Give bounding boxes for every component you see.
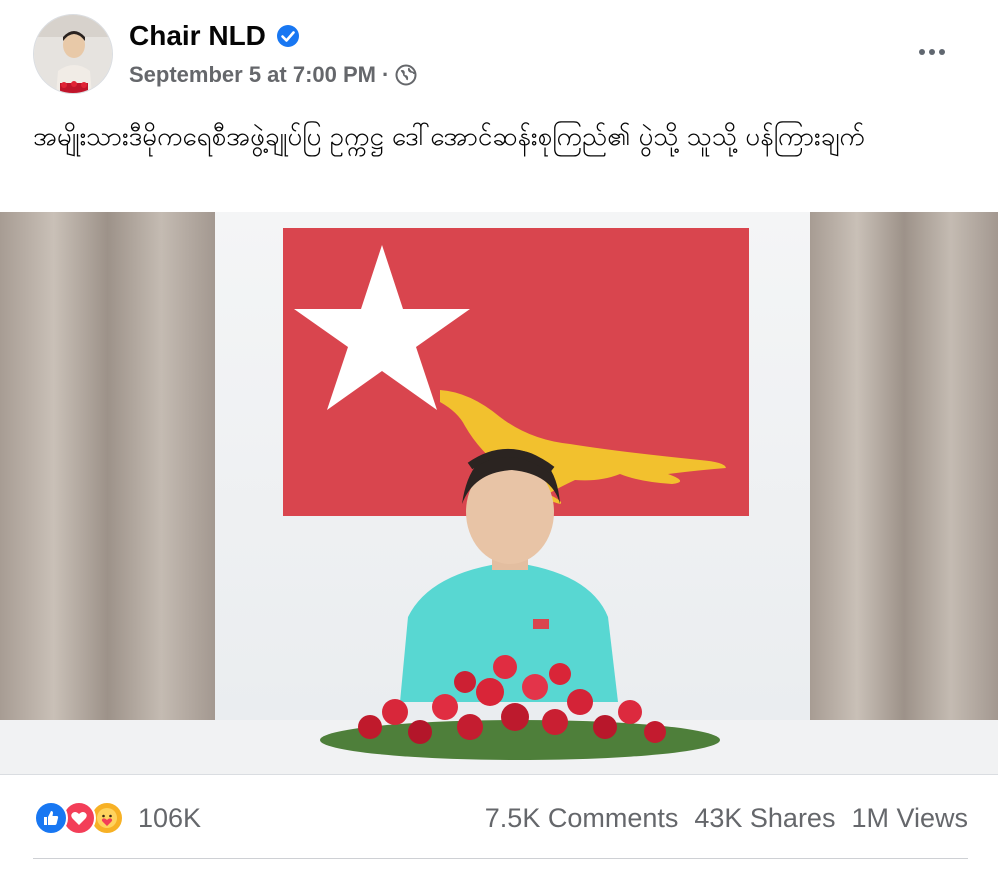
page-name-row: Chair NLD: [129, 18, 300, 54]
more-options-icon: [919, 49, 925, 55]
reactions-summary[interactable]: 106K: [34, 796, 201, 840]
page-name-link[interactable]: Chair NLD: [129, 20, 266, 52]
comments-count-link[interactable]: 7.5K Comments: [485, 803, 679, 834]
shares-count-link[interactable]: 43K Shares: [694, 803, 835, 834]
engagement-stats: 7.5K Comments 43K Shares 1M Views: [469, 800, 968, 836]
post-timestamp[interactable]: September 5 at 7:00 PM: [129, 62, 376, 88]
footer-divider: [33, 858, 968, 859]
page-avatar[interactable]: [33, 14, 113, 94]
post-header: Chair NLD September 5 at 7:00 PM ·: [0, 0, 998, 110]
more-options-button[interactable]: [912, 38, 952, 66]
views-count: 1M Views: [851, 802, 968, 833]
avatar-image: [34, 15, 112, 93]
like-icon: [34, 801, 68, 835]
post-caption: အမျိုးသားဒီမိုကရေစီအဖွဲ့ချုပ်ပြ ဥက္ကဋ္ဌ …: [33, 122, 865, 152]
post-meta: September 5 at 7:00 PM ·: [129, 60, 417, 90]
video-frame: [0, 212, 998, 774]
meta-separator: ·: [381, 62, 390, 87]
video-bottom-border: [0, 774, 998, 775]
verified-badge-icon: [276, 24, 300, 48]
reaction-count[interactable]: 106K: [138, 803, 201, 834]
globe-icon[interactable]: [395, 64, 417, 86]
post-video[interactable]: [0, 212, 998, 774]
